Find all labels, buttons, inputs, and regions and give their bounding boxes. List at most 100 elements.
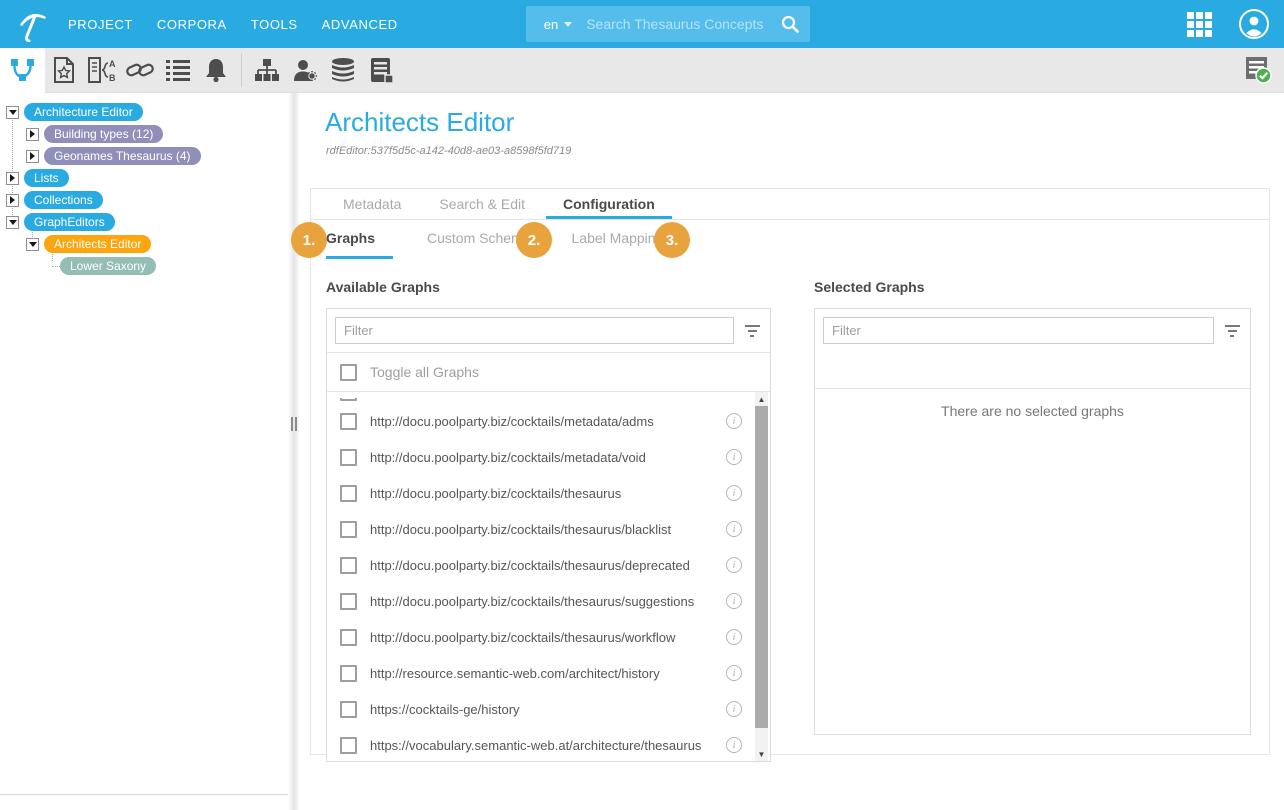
graph-uri: https://vocabulary.semantic-web.at/archi… xyxy=(370,738,701,753)
tree-toggle-collapsed-icon[interactable] xyxy=(6,194,19,207)
document-star-icon[interactable] xyxy=(45,48,83,93)
scroll-up-icon[interactable]: ▲ xyxy=(755,392,768,406)
available-graphs-panel: Available Graphs Toggle all Graphs xyxy=(326,279,771,762)
graph-checkbox[interactable] xyxy=(340,557,357,574)
graph-checkbox[interactable] xyxy=(340,413,357,430)
tab-metadata[interactable]: Metadata xyxy=(326,189,418,219)
graph-checkbox[interactable] xyxy=(340,665,357,682)
graph-row: http://docu.poolparty.biz/cocktails/meta… xyxy=(327,439,770,475)
link-icon[interactable] xyxy=(121,48,159,93)
info-icon[interactable]: i xyxy=(726,593,742,609)
info-icon[interactable]: i xyxy=(726,449,742,465)
splitter-grip-icon[interactable] xyxy=(291,417,297,431)
info-icon[interactable]: i xyxy=(726,557,742,573)
menu-item-tools[interactable]: TOOLS xyxy=(249,11,300,38)
filter-icon[interactable] xyxy=(734,325,770,337)
sitemap-icon[interactable] xyxy=(248,48,286,93)
graph-uri: http://docu.poolparty.biz/cocktails/meta… xyxy=(370,450,646,465)
step-badge-3: 3. xyxy=(654,222,690,258)
graph-uri: http://resource.semantic-web.com/archite… xyxy=(370,666,660,681)
tree-node-label[interactable]: Lists xyxy=(24,169,69,187)
concept-tree-icon[interactable] xyxy=(0,48,45,93)
main-menu: PROJECT CORPORA TOOLS ADVANCED xyxy=(66,11,400,38)
info-icon[interactable]: i xyxy=(726,737,742,753)
info-icon[interactable]: i xyxy=(726,413,742,429)
available-filter-input[interactable] xyxy=(335,317,734,344)
tree-item-architecture-editor: Architecture Editor xyxy=(0,101,288,123)
selected-filter-input[interactable] xyxy=(823,317,1214,344)
search-icon[interactable] xyxy=(780,14,800,34)
tree-node-label[interactable]: Lower Saxony xyxy=(60,257,156,275)
tree-node-label[interactable]: Architects Editor xyxy=(44,235,151,253)
info-icon[interactable]: i xyxy=(726,485,742,501)
graph-checkbox[interactable] xyxy=(340,521,357,538)
poolparty-logo-icon[interactable] xyxy=(0,6,66,42)
toggle-all-label: Toggle all Graphs xyxy=(370,364,479,380)
sidebar-splitter[interactable] xyxy=(288,93,300,810)
tree-toggle-expanded-icon[interactable] xyxy=(6,106,19,119)
user-avatar-icon[interactable] xyxy=(1238,8,1270,40)
info-icon[interactable]: i xyxy=(726,629,742,645)
scroll-thumb[interactable] xyxy=(755,406,768,728)
status-check-icon[interactable] xyxy=(1245,56,1272,84)
list-scrollbar[interactable]: ▲ ▼ xyxy=(755,392,768,761)
graph-row: http://docu.poolparty.biz/cocktails/thes… xyxy=(327,619,770,655)
info-icon[interactable]: i xyxy=(726,665,742,681)
search-input[interactable] xyxy=(586,16,780,32)
tree-item-grapheditors: GraphEditors xyxy=(0,211,288,233)
toggle-all-row: Toggle all Graphs xyxy=(327,352,770,391)
repository-icon[interactable] xyxy=(362,48,400,93)
user-settings-icon[interactable] xyxy=(286,48,324,93)
apps-grid-icon[interactable] xyxy=(1187,12,1212,37)
graph-row: http://docu.poolparty.biz/cocktails/thes… xyxy=(327,583,770,619)
subtab-bar: Graphs Custom Schemes Label Mappings 1. … xyxy=(311,220,1269,259)
graph-checkbox[interactable] xyxy=(340,593,357,610)
tree-node-label[interactable]: Architecture Editor xyxy=(24,103,143,121)
toggle-all-checkbox[interactable] xyxy=(340,364,357,381)
graph-checkbox[interactable] xyxy=(340,485,357,502)
available-graphs-title: Available Graphs xyxy=(326,279,771,295)
graph-row: https://cocktails-ge/history i xyxy=(327,691,770,727)
tab-search-edit[interactable]: Search & Edit xyxy=(422,189,542,219)
graph-checkbox[interactable] xyxy=(340,449,357,466)
app-window: PROJECT CORPORA TOOLS ADVANCED en xyxy=(0,0,1284,810)
chevron-down-icon[interactable] xyxy=(564,22,572,27)
tree-item-collections: Collections xyxy=(0,189,288,211)
tree-toggle-collapsed-icon[interactable] xyxy=(26,128,39,141)
tab-configuration[interactable]: Configuration xyxy=(546,189,672,219)
tree-node-label[interactable]: Building types (12) xyxy=(44,125,163,143)
tree-node-label[interactable]: Geonames Thesaurus (4) xyxy=(44,147,201,165)
graph-uri: http://docu.poolparty.biz/cocktails/thes… xyxy=(370,522,671,537)
graph-row: http://docu.poolparty.biz/cocktails/thes… xyxy=(327,511,770,547)
menu-item-corpora[interactable]: CORPORA xyxy=(155,11,229,38)
graph-checkbox[interactable] xyxy=(340,629,357,646)
list-icon[interactable] xyxy=(159,48,197,93)
tree-item-architects-editor: Architects Editor xyxy=(0,233,288,255)
graph-checkbox[interactable] xyxy=(340,737,357,754)
language-select[interactable]: en xyxy=(536,17,564,32)
page-subtitle-uri: rdfEditor:537f5d5c-a142-40d8-ae03-a8598f… xyxy=(300,138,1284,157)
database-icon[interactable] xyxy=(324,48,362,93)
tree-connector xyxy=(52,266,60,267)
tree-toggle-collapsed-icon[interactable] xyxy=(26,150,39,163)
empty-message: There are no selected graphs xyxy=(941,403,1124,419)
menu-item-project[interactable]: PROJECT xyxy=(66,11,135,38)
selected-empty-area: There are no selected graphs xyxy=(815,389,1250,734)
filter-icon[interactable] xyxy=(1214,325,1250,337)
tree-toggle-collapsed-icon[interactable] xyxy=(6,172,19,185)
scroll-down-icon[interactable]: ▼ xyxy=(755,747,768,761)
selected-graphs-title: Selected Graphs xyxy=(814,279,1251,295)
graph-row: http://resource.semantic-web.com/archite… xyxy=(327,655,770,691)
tree-item-lists: Lists xyxy=(0,167,288,189)
tree-toggle-expanded-icon[interactable] xyxy=(6,216,19,229)
menu-item-advanced[interactable]: ADVANCED xyxy=(320,11,400,38)
tree-toggle-expanded-icon[interactable] xyxy=(26,238,39,251)
notifications-bell-icon[interactable] xyxy=(197,48,235,93)
info-icon[interactable]: i xyxy=(726,521,742,537)
tree-node-label[interactable]: Collections xyxy=(24,191,103,209)
tree-node-label[interactable]: GraphEditors xyxy=(24,213,115,231)
info-icon[interactable]: i xyxy=(726,701,742,717)
graph-checkbox[interactable] xyxy=(340,701,357,718)
subtab-graphs[interactable]: Graphs xyxy=(326,220,393,259)
classification-icon[interactable]: A B xyxy=(83,48,121,93)
